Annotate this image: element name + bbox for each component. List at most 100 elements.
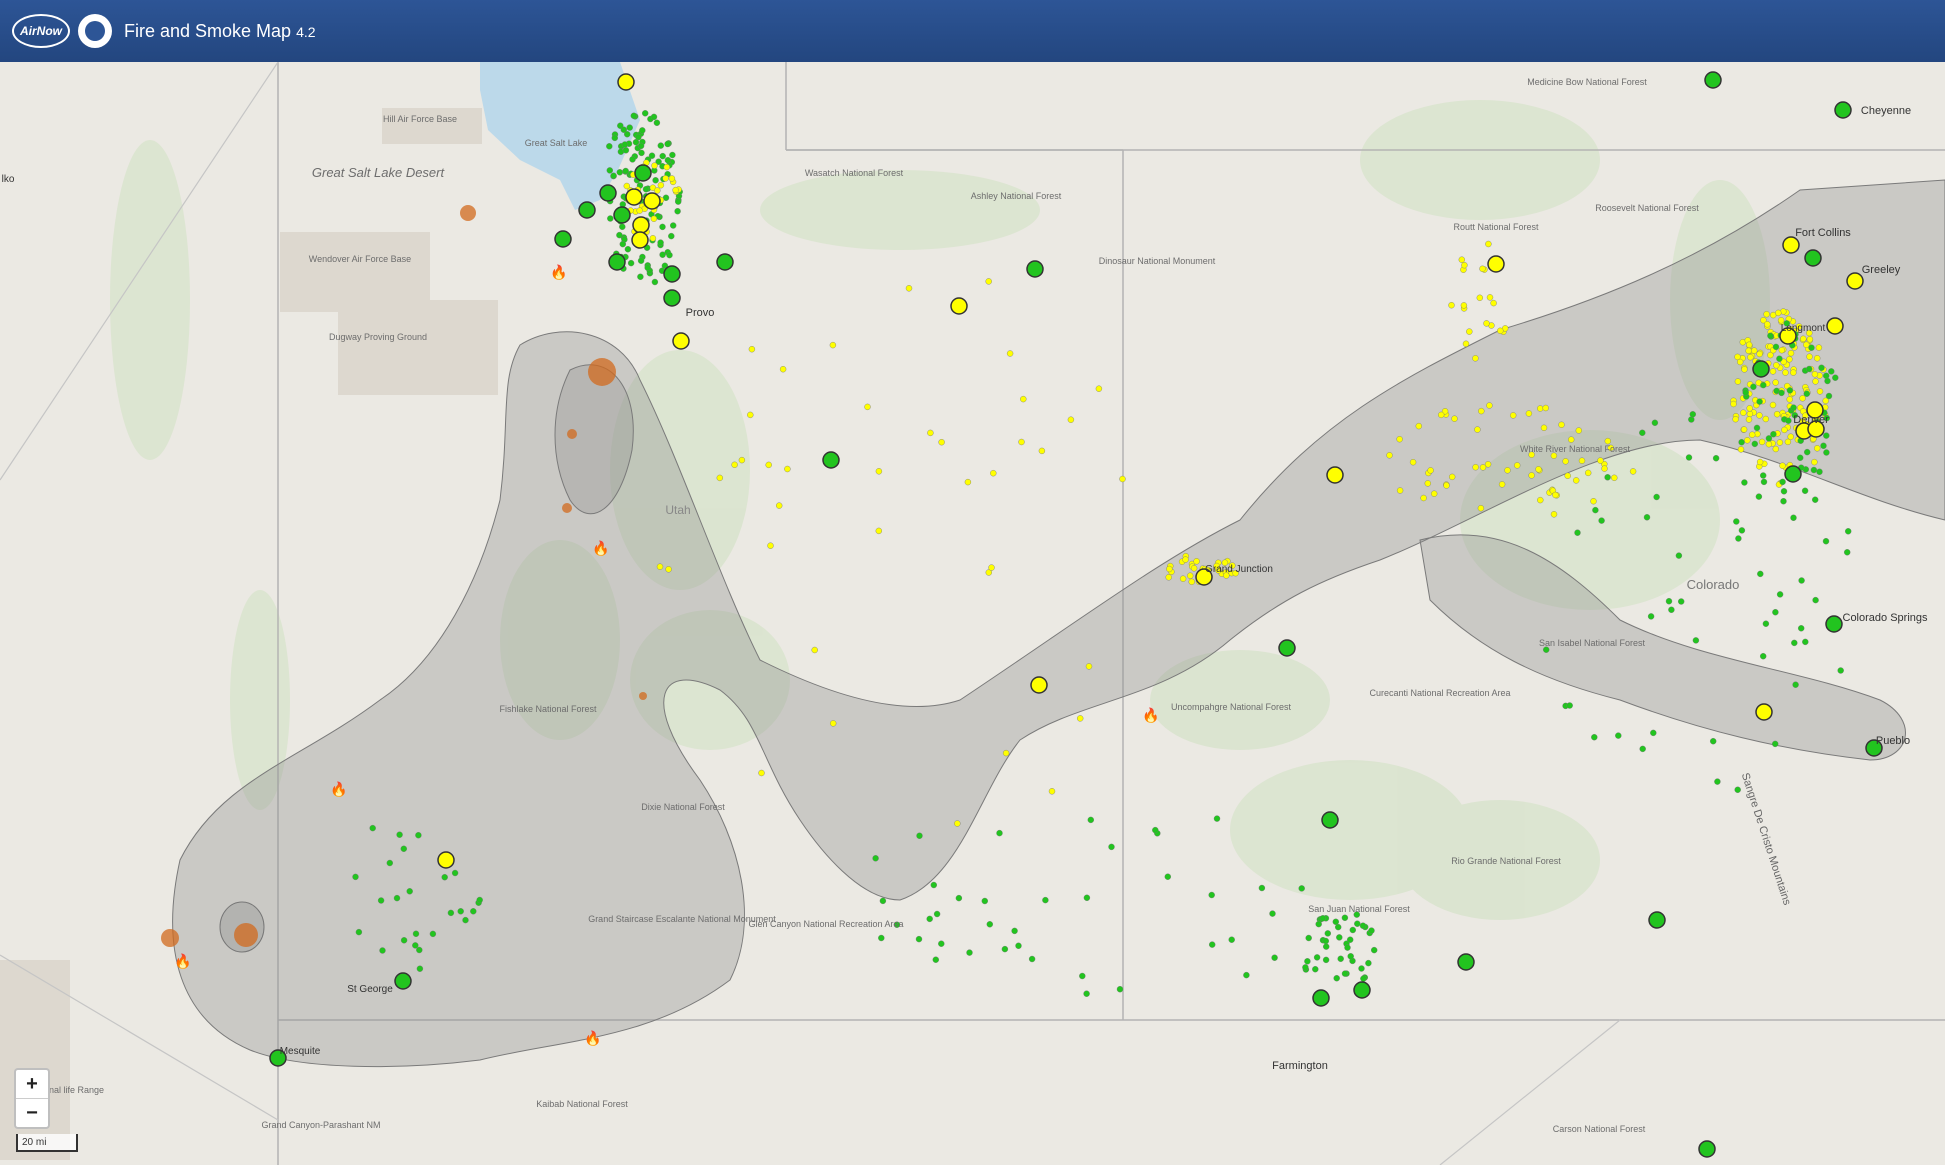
monitor-good[interactable] [1704, 71, 1722, 89]
sensor-dot[interactable] [1575, 427, 1583, 434]
sensor-dot[interactable] [621, 141, 629, 148]
sensor-dot[interactable] [1798, 577, 1805, 584]
sensor-dot[interactable] [1558, 421, 1565, 428]
sensor-dot[interactable] [1116, 986, 1124, 993]
sensor-dot[interactable] [393, 894, 401, 902]
sensor-dot[interactable] [1042, 896, 1049, 904]
sensor-dot[interactable] [1811, 496, 1819, 503]
sensor-dot[interactable] [639, 127, 646, 134]
sensor-dot[interactable] [1427, 467, 1434, 474]
sensor-dot[interactable] [1590, 498, 1597, 505]
sensor-dot[interactable] [1653, 493, 1660, 501]
sensor-dot[interactable] [1803, 448, 1811, 456]
sensor-dot[interactable] [396, 831, 403, 838]
sensor-dot[interactable] [1015, 942, 1022, 949]
sensor-dot[interactable] [1336, 934, 1343, 941]
sensor-dot[interactable] [1337, 955, 1344, 962]
sensor-dot[interactable] [1542, 404, 1549, 412]
sensor-dot[interactable] [412, 930, 420, 937]
sensor-dot[interactable] [648, 152, 656, 159]
sensor-dot[interactable] [1750, 383, 1757, 390]
sensor-dot[interactable] [864, 403, 871, 411]
fire-icon[interactable]: 🔥 [330, 781, 347, 798]
sensor-dot[interactable] [1744, 437, 1751, 444]
sensor-dot[interactable] [1011, 927, 1018, 935]
sensor-dot[interactable] [1837, 667, 1844, 674]
sensor-dot[interactable] [1714, 778, 1721, 785]
sensor-dot[interactable] [1313, 954, 1321, 961]
sensor-dot[interactable] [1182, 556, 1189, 563]
sensor-dot[interactable] [1095, 385, 1103, 392]
sensor-dot[interactable] [731, 461, 738, 468]
monitor-good[interactable] [1834, 101, 1852, 119]
sensor-dot[interactable] [1753, 424, 1761, 432]
sensor-dot[interactable] [1828, 368, 1835, 375]
sensor-dot[interactable] [1420, 494, 1427, 502]
sensor-dot[interactable] [1775, 309, 1782, 317]
sensor-dot[interactable] [650, 113, 658, 121]
sensor-dot[interactable] [767, 542, 774, 549]
sensor-dot[interactable] [619, 240, 626, 248]
sensor-dot[interactable] [1087, 816, 1095, 824]
sensor-dot[interactable] [1190, 565, 1198, 572]
sensor-dot[interactable] [619, 223, 626, 231]
sensor-dot[interactable] [1164, 873, 1172, 880]
sensor-dot[interactable] [1750, 347, 1758, 354]
monitor-good[interactable] [1825, 615, 1843, 633]
sensor-dot[interactable] [872, 855, 879, 862]
sensor-dot[interactable] [1746, 410, 1754, 418]
sensor-dot[interactable] [1537, 496, 1544, 504]
sensor-dot[interactable] [1119, 475, 1126, 483]
sensor-dot[interactable] [916, 832, 923, 839]
sensor-dot[interactable] [1689, 411, 1697, 418]
zoom-in-button[interactable]: + [16, 1070, 48, 1098]
sensor-dot[interactable] [990, 470, 997, 477]
monitor-good[interactable] [822, 451, 840, 469]
sensor-dot[interactable] [1562, 458, 1569, 465]
sensor-dot[interactable] [1762, 620, 1770, 627]
sensor-dot[interactable] [1816, 468, 1823, 475]
sensor-dot[interactable] [400, 845, 407, 852]
sensor-dot[interactable] [1760, 478, 1768, 486]
sensor-dot[interactable] [611, 134, 618, 142]
sensor-dot[interactable] [623, 182, 630, 190]
sensor-dot[interactable] [1786, 356, 1793, 363]
sensor-dot[interactable] [1737, 446, 1745, 453]
sensor-dot[interactable] [627, 259, 635, 267]
sensor-dot[interactable] [1258, 884, 1266, 892]
monitor-moderate[interactable] [1755, 703, 1773, 721]
sensor-dot[interactable] [1651, 419, 1659, 426]
sensor-dot[interactable] [776, 502, 783, 509]
sensor-dot[interactable] [988, 564, 995, 571]
monitor-good[interactable] [599, 184, 617, 202]
sensor-dot[interactable] [629, 156, 636, 163]
sensor-dot[interactable] [1346, 936, 1354, 943]
sensor-dot[interactable] [1368, 927, 1375, 934]
sensor-dot[interactable] [1359, 922, 1367, 929]
sensor-dot[interactable] [1685, 454, 1693, 461]
sensor-dot[interactable] [1615, 732, 1622, 739]
sensor-dot[interactable] [416, 946, 423, 954]
sensor-dot[interactable] [657, 181, 665, 189]
sensor-dot[interactable] [1808, 344, 1815, 351]
sensor-dot[interactable] [1643, 514, 1651, 521]
sensor-dot[interactable] [637, 142, 645, 150]
sensor-dot[interactable] [1806, 336, 1814, 343]
sensor-dot[interactable] [1712, 455, 1720, 462]
sensor-dot[interactable] [1781, 426, 1788, 434]
monitor-good[interactable] [1312, 989, 1330, 1007]
sensor-dot[interactable] [1536, 405, 1544, 412]
sensor-dot[interactable] [1079, 972, 1086, 980]
sensor-dot[interactable] [1675, 552, 1683, 559]
sensor-dot[interactable] [1709, 738, 1717, 745]
sensor-dot[interactable] [1813, 445, 1821, 452]
sensor-dot[interactable] [1365, 959, 1372, 967]
sensor-dot[interactable] [1741, 479, 1748, 486]
sensor-dot[interactable] [1312, 966, 1319, 973]
sensor-dot[interactable] [926, 915, 933, 923]
sensor-dot[interactable] [1193, 558, 1200, 565]
monitor-moderate[interactable] [1030, 676, 1048, 694]
sensor-dot[interactable] [1535, 466, 1542, 473]
sensor-dot[interactable] [632, 138, 640, 146]
sensor-dot[interactable] [1006, 350, 1014, 357]
